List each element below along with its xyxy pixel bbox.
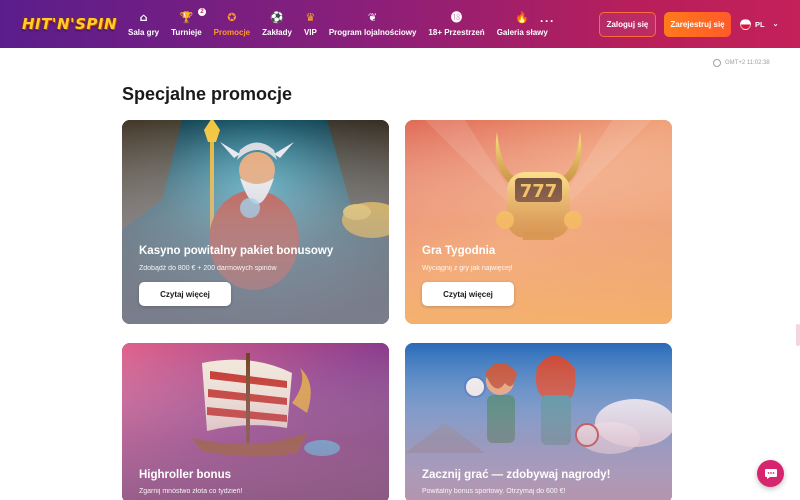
promo-card-sports-welcome[interactable]: Zacznij grać — zdobywaj nagrody! Powital… bbox=[405, 343, 672, 500]
page-title: Specjalne promocje bbox=[122, 84, 293, 104]
nav-label: Galeria sławy bbox=[496, 27, 548, 37]
nav-label: VIP bbox=[303, 27, 317, 37]
card-title: Gra Tygodnia bbox=[422, 245, 496, 257]
promo-card-game-of-week[interactable]: 777 Gra Tygodnia Wyciągnij z gry jak naj… bbox=[405, 120, 672, 324]
nav-18-przestrzen[interactable]: ⓲ 18+ Przestrzeń bbox=[422, 0, 490, 48]
nav-vip[interactable]: ♛ VIP bbox=[298, 0, 323, 48]
chevron-down-icon: ⌄ bbox=[772, 21, 779, 28]
nav-label: 18+ Przestrzeń bbox=[428, 27, 485, 37]
nav-label: Zakłady bbox=[262, 27, 292, 37]
tournament-count-badge: 2 bbox=[198, 8, 206, 16]
login-button[interactable]: Zaloguj się bbox=[599, 12, 656, 37]
nav-turnieje[interactable]: 🏆 2 Turnieje bbox=[165, 0, 208, 48]
card-title: Highroller bonus bbox=[139, 469, 231, 481]
page-scrollbar[interactable] bbox=[796, 324, 800, 346]
read-more-button[interactable]: Czytaj więcej bbox=[422, 282, 514, 306]
logo-text: HIT'N'SPIN bbox=[22, 15, 118, 33]
live-chat-button[interactable] bbox=[757, 460, 784, 487]
flame-icon: 🔥 bbox=[515, 10, 530, 24]
nav-promocje[interactable]: ✪ Promocje bbox=[208, 0, 256, 48]
nav-program-lojalnosciowy[interactable]: ❦ Program lojalnościowy bbox=[323, 0, 423, 48]
card-description: Zgarnij mnóstwo złota co tydzień! bbox=[139, 488, 243, 495]
register-button[interactable]: Zarejestruj się bbox=[664, 12, 731, 37]
main-nav: ⌂ Sala gry 🏆 2 Turnieje ✪ Promocje ⚽ Zak… bbox=[122, 0, 554, 48]
language-selector[interactable]: PL ⌄ bbox=[740, 16, 778, 32]
wings-icon: ❦ bbox=[368, 10, 378, 24]
more-menu-icon[interactable]: ··· bbox=[540, 14, 555, 28]
nav-label: Turnieje bbox=[171, 27, 202, 37]
home-icon: ⌂ bbox=[139, 10, 148, 24]
read-more-button[interactable]: Czytaj więcej bbox=[139, 282, 231, 306]
age-18-icon: ⓲ bbox=[451, 10, 463, 24]
language-code: PL bbox=[755, 19, 765, 29]
nav-sala-gry[interactable]: ⌂ Sala gry bbox=[122, 0, 165, 48]
poland-flag-icon bbox=[740, 18, 751, 30]
server-clock: GMT+2 11:02:38 bbox=[713, 59, 770, 67]
promo-card-casino-welcome[interactable]: Kasyno powitalny pakiet bonusowy Zdobądź… bbox=[122, 120, 389, 324]
trophy-icon: 🏆 bbox=[179, 10, 194, 24]
site-logo[interactable]: HIT'N'SPIN bbox=[22, 12, 117, 36]
nav-zaklady[interactable]: ⚽ Zakłady bbox=[256, 0, 298, 48]
top-header: HIT'N'SPIN ⌂ Sala gry 🏆 2 Turnieje ✪ Pro… bbox=[0, 0, 800, 48]
nav-label: Program lojalnościowy bbox=[328, 27, 417, 37]
card-description: Zdobądź do 800 € + 200 darmowych spinów bbox=[139, 265, 277, 272]
nav-label: Promocje bbox=[213, 27, 251, 37]
promo-icon: ✪ bbox=[227, 10, 237, 24]
crown-icon: ♛ bbox=[305, 10, 316, 24]
clock-icon bbox=[713, 59, 721, 67]
card-description: Powitalny bonus sportowy. Otrzymaj do 60… bbox=[422, 488, 566, 495]
nav-label: Sala gry bbox=[128, 27, 160, 37]
card-title: Zacznij grać — zdobywaj nagrody! bbox=[422, 469, 611, 481]
chat-bubble-icon bbox=[764, 468, 777, 479]
promo-card-highroller[interactable]: Highroller bonus Zgarnij mnóstwo złota c… bbox=[122, 343, 389, 500]
card-description: Wyciągnij z gry jak najwięcej! bbox=[422, 265, 513, 272]
card-title: Kasyno powitalny pakiet bonusowy bbox=[139, 245, 334, 257]
clock-text: GMT+2 11:02:38 bbox=[725, 60, 770, 66]
football-icon: ⚽ bbox=[270, 10, 284, 24]
